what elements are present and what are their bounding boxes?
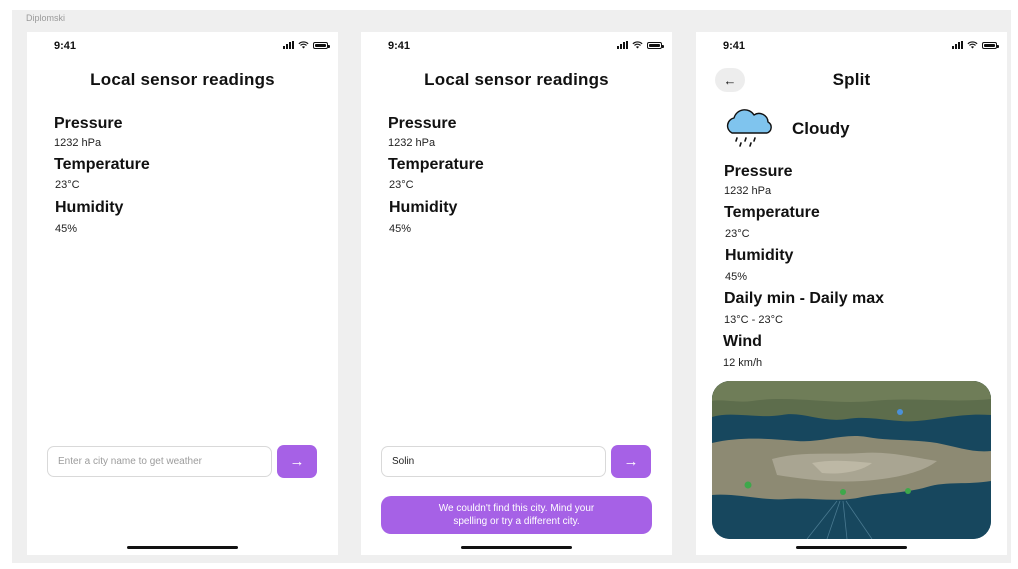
pressure-label: Pressure xyxy=(54,115,123,132)
frame-label: Diplomski xyxy=(26,13,66,23)
humidity-value: 45% xyxy=(725,271,748,283)
city-not-found-toast: We couldn't find this city. Mind your sp… xyxy=(381,496,652,534)
humidity-value: 45% xyxy=(389,223,412,235)
humidity-label: Humidity xyxy=(389,199,458,216)
humidity-label: Humidity xyxy=(55,199,124,216)
status-icons xyxy=(283,41,330,49)
pressure-value: 1232 hPa xyxy=(54,137,102,149)
signal-icon xyxy=(283,41,294,49)
battery-icon xyxy=(313,41,330,49)
battery-icon xyxy=(647,41,664,49)
screen-title: Local sensor readings xyxy=(424,70,609,89)
arrow-right-icon: → xyxy=(289,453,305,470)
pressure-value: 1232 hPa xyxy=(388,137,436,149)
rain-cloud-icon xyxy=(726,109,772,147)
signal-icon xyxy=(952,41,963,49)
pressure-value: 1232 hPa xyxy=(724,185,772,197)
error-message-line-1: We couldn't find this city. Mind your xyxy=(438,503,595,514)
temperature-label: Temperature xyxy=(388,156,484,173)
status-time: 9:41 xyxy=(54,40,77,52)
city-search-input[interactable] xyxy=(381,446,606,477)
status-bar: 9:41 xyxy=(27,32,338,58)
temperature-value: 23°C xyxy=(389,179,414,191)
status-icons xyxy=(617,41,664,49)
city-title: Split xyxy=(832,70,871,89)
phone-screen-local-readings: 9:41 Local sensor readings Pressure 1232… xyxy=(27,32,338,555)
status-bar: 9:41 xyxy=(696,32,1007,58)
temperature-value: 23°C xyxy=(55,179,80,191)
signal-icon xyxy=(617,41,628,49)
satellite-map-image[interactable] xyxy=(712,381,991,539)
error-message-line-2: spelling or try a different city. xyxy=(453,516,580,527)
phone-screen-city-weather: 9:41 ← Split Cloudy Pressure 1232 hPa Te… xyxy=(696,32,1007,555)
wind-value: 12 km/h xyxy=(723,357,763,369)
status-time: 9:41 xyxy=(723,40,746,52)
temperature-label: Temperature xyxy=(54,156,150,173)
pressure-label: Pressure xyxy=(388,115,457,132)
battery-icon xyxy=(982,41,999,49)
city-search-input[interactable] xyxy=(47,446,272,477)
daily-min-max-value: 13°C - 23°C xyxy=(724,314,783,326)
wind-label: Wind xyxy=(723,333,762,350)
wifi-icon xyxy=(632,41,643,49)
home-indicator xyxy=(796,546,907,549)
home-indicator xyxy=(127,546,238,549)
wifi-icon xyxy=(967,41,978,49)
status-icons xyxy=(952,41,999,49)
phone-screen-city-error: 9:41 Local sensor readings Pressure 1232… xyxy=(361,32,672,555)
humidity-value: 45% xyxy=(55,223,78,235)
wifi-icon xyxy=(298,41,309,49)
temperature-label: Temperature xyxy=(724,204,820,221)
humidity-label: Humidity xyxy=(725,247,794,264)
submit-arrow-button[interactable]: → xyxy=(277,445,317,478)
condition-text: Cloudy xyxy=(792,119,850,138)
home-indicator xyxy=(461,546,572,549)
submit-arrow-button[interactable]: → xyxy=(611,445,651,478)
map-graphic xyxy=(712,381,991,539)
arrow-right-icon: → xyxy=(623,453,639,470)
screen-title: Local sensor readings xyxy=(90,70,275,89)
status-time: 9:41 xyxy=(388,40,411,52)
daily-min-max-label: Daily min - Daily max xyxy=(724,290,885,307)
status-bar: 9:41 xyxy=(361,32,672,58)
temperature-value: 23°C xyxy=(725,228,750,240)
pressure-label: Pressure xyxy=(724,163,793,180)
